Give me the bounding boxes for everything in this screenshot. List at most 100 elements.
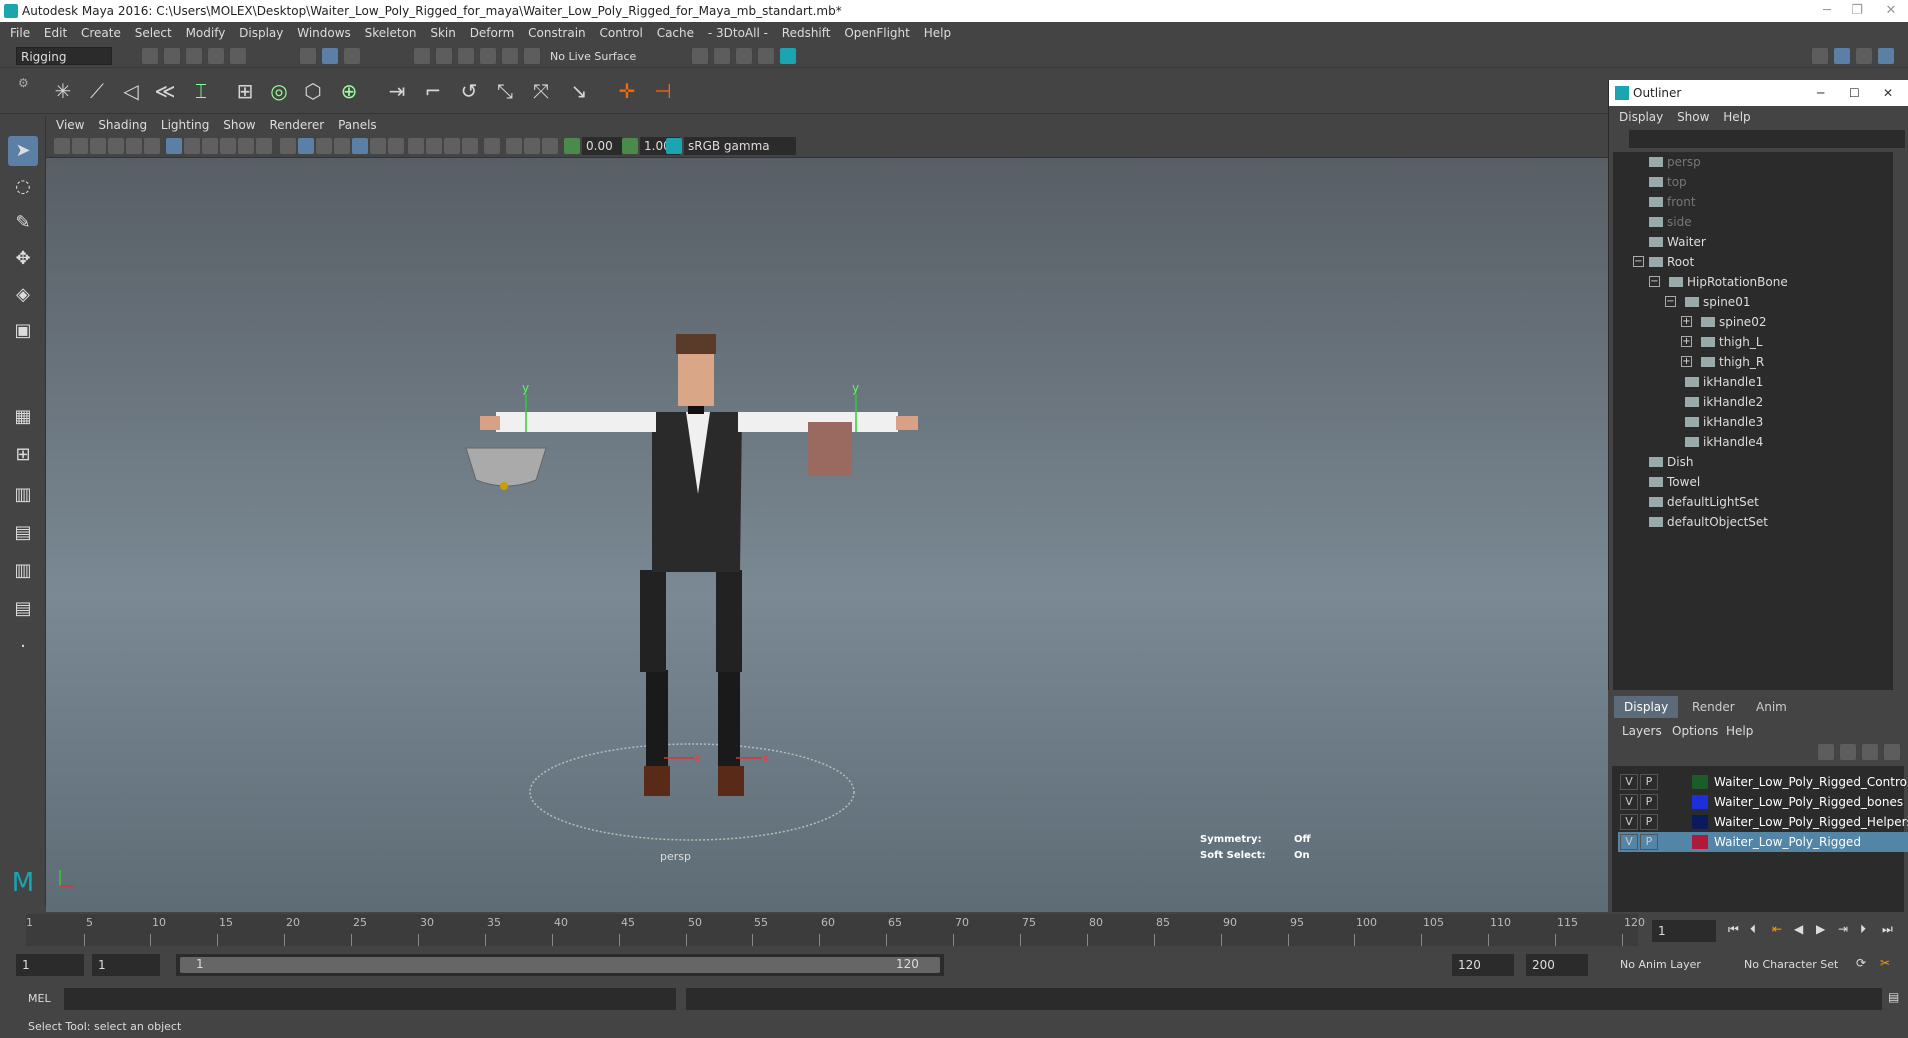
- single-perspective-icon[interactable]: ▦: [8, 402, 38, 432]
- tree-node-ikhandle3[interactable]: ikHandle3: [1685, 412, 1763, 432]
- safe-action-icon[interactable]: [256, 138, 272, 154]
- menu-skeleton[interactable]: Skeleton: [365, 26, 417, 40]
- menu-file[interactable]: File: [10, 26, 30, 40]
- outliner-menu-show[interactable]: Show: [1677, 110, 1709, 124]
- colorspace-dropdown[interactable]: sRGB gamma: [684, 137, 796, 155]
- mirror-joint-icon[interactable]: ⌶: [188, 78, 214, 104]
- tree-node-hiprotationbone[interactable]: HipRotationBone: [1669, 272, 1788, 292]
- menu-display[interactable]: Display: [239, 26, 283, 40]
- pole-vector-icon[interactable]: ↘: [566, 78, 592, 104]
- xray-icon[interactable]: [506, 138, 522, 154]
- undo-icon[interactable]: [208, 48, 224, 64]
- anti-aliasing-icon[interactable]: [444, 138, 460, 154]
- xray-joints-icon[interactable]: [542, 138, 558, 154]
- collapse-hiprotation-icon[interactable]: −: [1649, 276, 1660, 287]
- animation-start-field[interactable]: 1: [16, 954, 84, 976]
- tree-node-side[interactable]: side: [1649, 212, 1692, 232]
- camera-select-icon[interactable]: [54, 138, 70, 154]
- collapse-spine01-icon[interactable]: −: [1665, 296, 1676, 307]
- layer-playback-toggle[interactable]: P: [1640, 794, 1658, 810]
- menu-3dtoall[interactable]: - 3DtoAll -: [708, 26, 768, 40]
- range-bar[interactable]: 1 120: [176, 954, 944, 976]
- layout-more-icon[interactable]: ·: [8, 632, 38, 662]
- layer-name[interactable]: Waiter_Low_Poly_Rigged_Controllers: [1714, 772, 1908, 792]
- layer-playback-toggle[interactable]: P: [1640, 834, 1658, 850]
- step-forward-icon[interactable]: ⏵: [1860, 922, 1866, 937]
- layer-name[interactable]: Waiter_Low_Poly_Rigged_Helpers: [1714, 812, 1908, 832]
- bookmark-icon[interactable]: [90, 138, 106, 154]
- close-icon[interactable]: ✕: [1876, 0, 1906, 22]
- select-tool-icon[interactable]: ➤: [8, 136, 38, 166]
- isolate-select-icon[interactable]: [484, 138, 500, 154]
- layer-color-swatch[interactable]: [1692, 795, 1708, 809]
- tree-node-waiter[interactable]: Waiter: [1649, 232, 1706, 252]
- orient-constraint-icon[interactable]: ↺: [456, 78, 482, 104]
- cluster-icon[interactable]: ⊣: [650, 78, 676, 104]
- depth-of-field-icon[interactable]: [462, 138, 478, 154]
- outliner-menu-help[interactable]: Help: [1723, 110, 1750, 124]
- camera-attributes-icon[interactable]: [72, 138, 88, 154]
- layer-row-controllers[interactable]: V P Waiter_Low_Poly_Rigged_Controllers: [1618, 772, 1908, 792]
- viewport-menu-view[interactable]: View: [56, 118, 84, 132]
- outliner-layout-icon[interactable]: ▤: [8, 594, 38, 624]
- bind-skin-icon[interactable]: ⊞: [232, 78, 258, 104]
- save-scene-icon[interactable]: [186, 48, 202, 64]
- select-component-icon[interactable]: [344, 48, 360, 64]
- script-editor-icon[interactable]: ▤: [1888, 990, 1899, 1004]
- gamma-icon[interactable]: [622, 138, 638, 154]
- paint-weights-icon[interactable]: ◎: [266, 78, 292, 104]
- hypershade-layout-icon[interactable]: ▥: [8, 556, 38, 586]
- insert-joint-icon[interactable]: ≪: [152, 78, 178, 104]
- outliner-search-input[interactable]: [1629, 130, 1905, 148]
- command-input[interactable]: [64, 988, 676, 1010]
- viewport-menu-show[interactable]: Show: [223, 118, 255, 132]
- layer-color-swatch[interactable]: [1692, 815, 1708, 829]
- tree-node-thigh-r[interactable]: thigh_R: [1701, 352, 1764, 372]
- layer-color-swatch[interactable]: [1692, 835, 1708, 849]
- preferences-icon[interactable]: ✂: [1880, 956, 1890, 970]
- layer-tab-render[interactable]: Render: [1682, 696, 1745, 718]
- gate-mask-icon[interactable]: [220, 138, 236, 154]
- xray-active-icon[interactable]: [524, 138, 540, 154]
- aim-constraint-icon[interactable]: ⌐: [420, 78, 446, 104]
- menu-deform[interactable]: Deform: [470, 26, 515, 40]
- menu-select[interactable]: Select: [135, 26, 172, 40]
- tree-node-thigh-l[interactable]: thigh_L: [1701, 332, 1763, 352]
- step-forward-key-icon[interactable]: ⇥: [1838, 922, 1848, 936]
- step-back-icon[interactable]: ⏴: [1750, 922, 1756, 937]
- tool-settings-icon[interactable]: [1856, 48, 1872, 64]
- outliner-close-icon[interactable]: ✕: [1883, 80, 1893, 106]
- menu-skin[interactable]: Skin: [430, 26, 456, 40]
- snap-live-icon[interactable]: [524, 48, 540, 64]
- ik-spline-icon[interactable]: ◁: [118, 78, 144, 104]
- paint-select-tool-icon[interactable]: ✎: [8, 208, 38, 238]
- layer-playback-toggle[interactable]: P: [1640, 774, 1658, 790]
- menu-edit[interactable]: Edit: [44, 26, 67, 40]
- parent-constraint-icon[interactable]: ⤧: [528, 78, 554, 104]
- move-layer-up-icon[interactable]: [1818, 744, 1834, 760]
- layer-row-bones[interactable]: V P Waiter_Low_Poly_Rigged_bones: [1618, 792, 1908, 812]
- snap-curve-icon[interactable]: [436, 48, 452, 64]
- layer-playback-toggle[interactable]: P: [1640, 814, 1658, 830]
- move-tool-icon[interactable]: ✥: [8, 244, 38, 274]
- exposure-icon[interactable]: [564, 138, 580, 154]
- render-settings-icon[interactable]: [758, 48, 774, 64]
- render-sequence-icon[interactable]: [714, 48, 730, 64]
- layer-name[interactable]: Waiter_Low_Poly_Rigged_bones: [1714, 792, 1903, 812]
- snap-point-icon[interactable]: [458, 48, 474, 64]
- menu-create[interactable]: Create: [81, 26, 121, 40]
- menu-control[interactable]: Control: [599, 26, 642, 40]
- range-handle[interactable]: [180, 957, 940, 973]
- viewport-menu-lighting[interactable]: Lighting: [161, 118, 210, 132]
- field-chart-icon[interactable]: [238, 138, 254, 154]
- select-hierarchy-icon[interactable]: [300, 48, 316, 64]
- command-language-label[interactable]: MEL: [28, 992, 51, 1005]
- color-management-icon[interactable]: [666, 138, 682, 154]
- layer-row-helpers[interactable]: V P Waiter_Low_Poly_Rigged_Helpers: [1618, 812, 1908, 832]
- outliner-maximize-icon[interactable]: ☐: [1849, 80, 1860, 106]
- go-to-start-icon[interactable]: ⏮: [1728, 922, 1739, 937]
- outliner-minimize-icon[interactable]: ─: [1817, 80, 1824, 106]
- redo-icon[interactable]: [230, 48, 246, 64]
- snap-surface-icon[interactable]: [502, 48, 518, 64]
- current-frame-field[interactable]: 1: [1652, 920, 1716, 942]
